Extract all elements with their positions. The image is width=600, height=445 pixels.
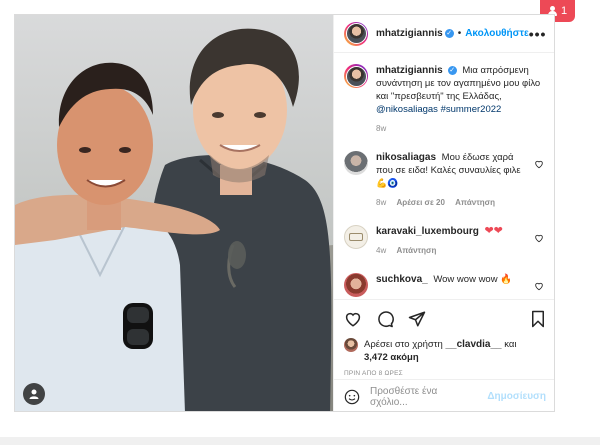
caption-mention[interactable]: @nikosaliagas bbox=[376, 104, 438, 115]
caption-avatar[interactable] bbox=[344, 64, 368, 88]
likes-summary: Αρέσει στο χρήστη __clavdia__ και 3,472 … bbox=[344, 338, 546, 364]
comment-age: 4w bbox=[376, 246, 387, 255]
author-username[interactable]: mhatzigiannis bbox=[376, 28, 443, 39]
comment-likes[interactable]: Αρέσει σε 20 bbox=[396, 198, 444, 207]
comment-heart-icon[interactable] bbox=[534, 233, 544, 243]
caption-row: mhatzigiannis ✓ Μια απρόσμενη συνάντηση μ… bbox=[344, 64, 546, 135]
comment-item: nikosaliagas Μου έδωσε χαρά που σε ειδα!… bbox=[344, 151, 546, 209]
commenter-avatar[interactable] bbox=[344, 151, 368, 175]
post-timestamp[interactable]: ΠΡΙΝ ΑΠΟ 8 ΩΡΕΣ bbox=[344, 370, 546, 377]
comment-username[interactable]: nikosaliagas bbox=[376, 152, 436, 163]
comment-emoji: ❤❤ bbox=[484, 225, 503, 237]
heart-icon[interactable] bbox=[344, 310, 362, 328]
comment-heart-icon[interactable] bbox=[534, 281, 544, 291]
comment-username[interactable]: karavaki_luxembourg bbox=[376, 226, 479, 237]
author-avatar[interactable] bbox=[344, 21, 368, 46]
liker-avatar[interactable] bbox=[344, 338, 358, 352]
comment-input[interactable]: Προσθέστε ένα σχόλιο... bbox=[370, 386, 477, 408]
more-icon[interactable]: ••• bbox=[529, 26, 547, 42]
verified-badge: ✓ bbox=[444, 29, 454, 38]
comment-heart-icon[interactable] bbox=[534, 159, 544, 169]
instagram-post: mhatzigiannis ✓ • Ακολουθήστε ••• mhatzi… bbox=[14, 14, 555, 412]
comment-item: karavaki_luxembourg ❤❤ 4w Απάντηση bbox=[344, 225, 546, 257]
post-sidebar: mhatzigiannis ✓ • Ακολουθήστε ••• mhatzi… bbox=[333, 15, 554, 411]
emoji-icon[interactable] bbox=[344, 389, 360, 405]
post-photo[interactable] bbox=[15, 15, 333, 411]
comment-age: 8w bbox=[376, 198, 387, 207]
likes-count[interactable]: 3,472 ακόμη bbox=[364, 352, 419, 363]
verified-badge: ✓ bbox=[447, 65, 457, 75]
liker-username[interactable]: __clavdia__ bbox=[445, 339, 501, 350]
add-comment-bar: Προσθέστε ένα σχόλιο... Δημοσίευση bbox=[334, 379, 554, 411]
comment-item: suchkova_ Wow wow wow 🔥 bbox=[344, 273, 546, 297]
comment-icon[interactable] bbox=[376, 310, 394, 328]
bookmark-icon[interactable] bbox=[530, 310, 546, 328]
notification-count: 1 bbox=[560, 5, 568, 17]
user-tag-icon[interactable] bbox=[23, 383, 45, 405]
comment-emoji: 🔥 bbox=[500, 274, 513, 285]
photo-illustration bbox=[15, 15, 333, 411]
reply-button[interactable]: Απάντηση bbox=[396, 246, 436, 255]
likes-prefix: Αρέσει στο χρήστη bbox=[364, 339, 443, 350]
share-icon[interactable] bbox=[408, 310, 426, 328]
reply-button[interactable]: Απάντηση bbox=[455, 198, 495, 207]
page-bottom-strip bbox=[0, 437, 600, 445]
commenter-avatar[interactable] bbox=[344, 273, 368, 297]
post-header: mhatzigiannis ✓ • Ακολουθήστε ••• bbox=[334, 15, 554, 53]
post-actions: Αρέσει στο χρήστη __clavdia__ και 3,472 … bbox=[334, 299, 554, 377]
caption-username[interactable]: mhatzigiannis bbox=[376, 65, 443, 76]
post-comment-button[interactable]: Δημοσίευση bbox=[487, 391, 546, 402]
comment-text: Wow wow wow bbox=[433, 274, 498, 285]
caption-hashtag[interactable]: #summer2022 bbox=[441, 104, 502, 115]
separator-dot: • bbox=[457, 28, 462, 39]
likes-suffix: και bbox=[504, 339, 517, 350]
commenter-avatar[interactable] bbox=[344, 225, 368, 249]
comment-emoji: 💪🧿 bbox=[376, 178, 399, 188]
comments-list[interactable]: mhatzigiannis ✓ Μια απρόσμενη συνάντηση μ… bbox=[334, 54, 554, 299]
follow-button[interactable]: Ακολουθήστε bbox=[465, 28, 529, 39]
comment-username[interactable]: suchkova_ bbox=[376, 274, 428, 285]
caption-age: 8w bbox=[376, 124, 387, 133]
